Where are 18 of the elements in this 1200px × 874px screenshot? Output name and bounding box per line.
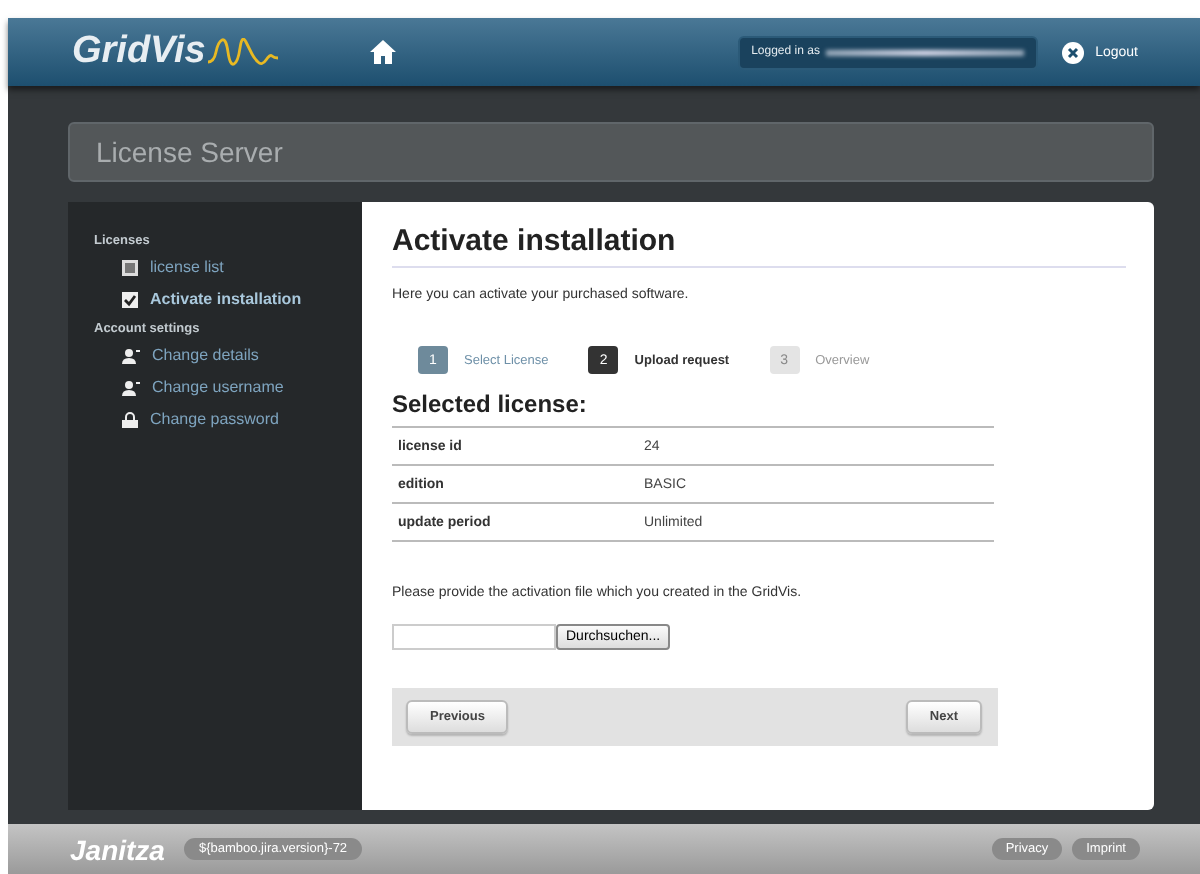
- sidebar-item[interactable]: Activate installation: [94, 286, 362, 312]
- page-title: License Server: [68, 122, 1154, 182]
- sidebar-item[interactable]: license list: [94, 254, 362, 280]
- user-icon: [122, 379, 140, 395]
- sidebar-item[interactable]: Change username: [94, 374, 362, 400]
- content-title: Activate installation: [392, 224, 1126, 268]
- close-icon: [1061, 41, 1084, 63]
- sidebar-item[interactable]: Change password: [94, 406, 362, 432]
- user-icon: [122, 347, 140, 363]
- list-icon: [122, 259, 138, 275]
- file-field[interactable]: [392, 624, 556, 650]
- checkbox-icon: [122, 291, 138, 307]
- home-icon[interactable]: [369, 40, 396, 64]
- logo: GridVis: [72, 30, 206, 74]
- footer-logo: Janitza: [70, 833, 165, 865]
- license-heading: Selected license:: [392, 390, 589, 418]
- sidebar-item[interactable]: Change details: [94, 342, 362, 368]
- lock-icon: [122, 411, 138, 427]
